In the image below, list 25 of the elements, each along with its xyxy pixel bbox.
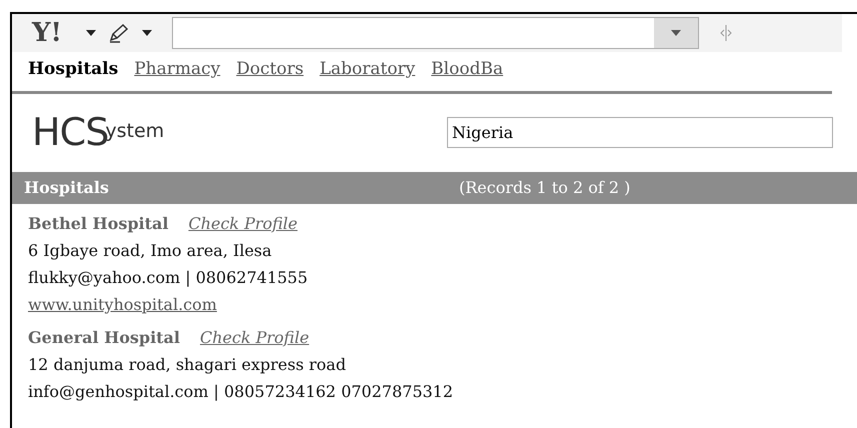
nav-tab[interactable]: Pharmacy (134, 57, 220, 83)
hospital-name: General Hospital (28, 327, 180, 349)
nav-tab[interactable]: Hospitals (28, 57, 118, 83)
hospital-contact: info@genhospital.com | 08057234162 07027875312 (28, 381, 454, 403)
caret-icon[interactable] (86, 30, 96, 36)
caret-icon[interactable] (142, 30, 152, 36)
dropdown-button[interactable] (654, 18, 698, 48)
hospital-address: 6 Igbaye road, Imo area, Ilesa (28, 240, 273, 262)
nav-tab[interactable]: Doctors (236, 57, 304, 83)
hospital-address: 12 danjuma road, shagari express road (28, 354, 347, 376)
hospital-name: Bethel Hospital (28, 213, 168, 235)
country-field[interactable]: Nigeria (447, 116, 833, 148)
nav-tab[interactable]: Laboratory (320, 57, 416, 83)
website-link[interactable]: www.unityhospital.com (28, 291, 217, 318)
caret-icon (670, 30, 681, 36)
pencil-icon[interactable] (108, 23, 130, 43)
search-field[interactable] (172, 17, 699, 49)
logo[interactable]: Y! (32, 20, 62, 46)
header-title: Hospitals (24, 177, 110, 199)
resize-handle-icon[interactable] (718, 25, 733, 41)
records-count: (Records 1 to 2 of 2 ) (459, 177, 630, 199)
profile-link[interactable]: Check Profile (188, 210, 298, 237)
nav-tab[interactable]: BloodBa (431, 57, 504, 83)
profile-link[interactable]: Check Profile (200, 324, 310, 351)
hospital-contact: flukky@yahoo.com | 08062741555 (28, 267, 309, 289)
